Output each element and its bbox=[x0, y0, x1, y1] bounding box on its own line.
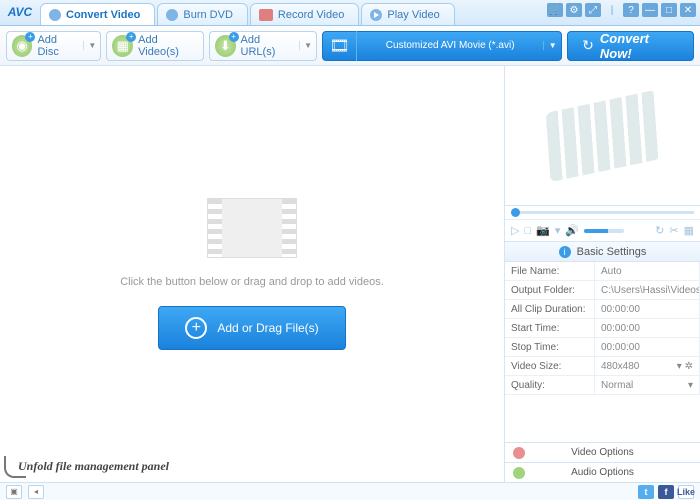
info-icon: i bbox=[559, 246, 571, 258]
label-stop-time: Stop Time: bbox=[505, 338, 595, 357]
chevron-down-icon[interactable]: ▾ bbox=[555, 224, 561, 237]
value-video-size[interactable]: 480x480▾ ✲ bbox=[595, 357, 700, 376]
gear-icon[interactable]: ⚙ bbox=[566, 3, 582, 17]
label-start-time: Start Time: bbox=[505, 319, 595, 338]
header-label: Basic Settings bbox=[577, 246, 647, 258]
label-quality: Quality: bbox=[505, 376, 595, 395]
volume-slider[interactable] bbox=[584, 229, 624, 233]
twitter-icon[interactable]: t bbox=[638, 485, 654, 499]
record-icon bbox=[259, 9, 273, 21]
unfold-panel-label: Unfold file management panel bbox=[18, 459, 169, 474]
value-output-folder[interactable]: C:\Users\Hassi\Videos\... bbox=[595, 281, 700, 300]
chevron-down-icon[interactable]: ▾ bbox=[677, 361, 682, 372]
play-icon[interactable]: ▷ bbox=[511, 224, 519, 237]
clip-placeholder-icon bbox=[545, 89, 660, 181]
window-controls: 🛒 ⚙ ⤢ | ? — □ ✕ bbox=[547, 3, 696, 17]
drop-hint: Click the button below or drag and drop … bbox=[120, 276, 384, 288]
audio-dot-icon bbox=[513, 467, 525, 479]
film-placeholder-icon bbox=[207, 198, 297, 258]
toolbar: ◉Add Disc ▼ ▦Add Video(s) ⬇Add URL(s) ▼ 🎞 … bbox=[0, 26, 700, 66]
cut-icon[interactable]: ✂ bbox=[669, 224, 678, 237]
tab-label: Convert Video bbox=[66, 9, 140, 21]
add-disc-button[interactable]: ◉Add Disc ▼ bbox=[6, 31, 101, 61]
label-video-size: Video Size: bbox=[505, 357, 595, 376]
maximize-button[interactable]: □ bbox=[661, 3, 677, 17]
label-all-clip-duration: All Clip Duration: bbox=[505, 300, 595, 319]
disc-icon bbox=[166, 9, 178, 21]
gear-icon[interactable]: ✲ bbox=[685, 361, 693, 372]
main-area: Click the button below or drag and drop … bbox=[0, 66, 700, 482]
value-stop-time[interactable]: 00:00:00 bbox=[595, 338, 700, 357]
snapshot-icon[interactable]: 📷 bbox=[536, 224, 550, 237]
preview-pane bbox=[505, 66, 700, 206]
value-file-name[interactable]: Auto bbox=[595, 262, 700, 281]
panel-toggle-button[interactable]: ▣ bbox=[6, 485, 22, 499]
value-start-time[interactable]: 00:00:00 bbox=[595, 319, 700, 338]
button-label: Add URL(s) bbox=[241, 34, 295, 58]
chevron-down-icon[interactable]: ▼ bbox=[543, 41, 561, 50]
plus-icon: + bbox=[185, 317, 207, 339]
settings-grid: File Name:Auto Output Folder:C:\Users\Ha… bbox=[505, 262, 700, 395]
add-or-drag-files-button[interactable]: + Add or Drag File(s) bbox=[158, 306, 345, 350]
basic-settings-header: i Basic Settings bbox=[505, 242, 700, 262]
expand-icon[interactable]: ⤢ bbox=[585, 3, 601, 17]
social-buttons: t f Like bbox=[638, 485, 694, 499]
format-label: Customized AVI Movie (*.avi) bbox=[357, 40, 543, 51]
audio-options-row[interactable]: Audio Options bbox=[505, 462, 700, 482]
cart-icon[interactable]: 🛒 bbox=[547, 3, 563, 17]
status-bar: ▣ ◂ t f Like bbox=[0, 482, 700, 500]
chevron-down-icon[interactable]: ▼ bbox=[299, 41, 311, 50]
film-icon: 🎞 bbox=[323, 31, 357, 61]
row-label: Audio Options bbox=[571, 467, 634, 478]
chevron-down-icon[interactable]: ▾ bbox=[688, 380, 693, 391]
tab-label: Burn DVD bbox=[183, 9, 233, 21]
tab-record-video[interactable]: Record Video bbox=[250, 3, 359, 25]
url-add-icon: ⬇ bbox=[215, 35, 236, 57]
drop-zone[interactable]: Click the button below or drag and drop … bbox=[0, 66, 505, 482]
tab-strip: AVC Convert Video Burn DVD Record Video … bbox=[0, 0, 700, 26]
chevron-down-icon[interactable]: ▼ bbox=[83, 41, 95, 50]
stop-icon[interactable]: □ bbox=[524, 225, 531, 237]
play-icon bbox=[370, 9, 382, 21]
tab-convert-video[interactable]: Convert Video bbox=[40, 3, 155, 25]
button-label: Add Disc bbox=[37, 34, 78, 58]
player-controls: ▷ □ 📷 ▾ 🔊 ↻ ✂ ▦ bbox=[505, 220, 700, 242]
rotate-icon[interactable]: ↻ bbox=[655, 224, 664, 237]
video-add-icon: ▦ bbox=[112, 35, 133, 57]
minimize-button[interactable]: — bbox=[642, 3, 658, 17]
row-label: Video Options bbox=[571, 447, 634, 458]
disc-add-icon: ◉ bbox=[12, 35, 32, 57]
app-logo: AVC bbox=[0, 0, 40, 25]
tab-label: Play Video bbox=[387, 9, 439, 21]
side-panel: ▷ □ 📷 ▾ 🔊 ↻ ✂ ▦ i Basic Settings File Nam… bbox=[505, 66, 700, 482]
convert-icon bbox=[49, 9, 61, 21]
label-file-name: File Name: bbox=[505, 262, 595, 281]
video-dot-icon bbox=[513, 447, 525, 459]
tab-play-video[interactable]: Play Video bbox=[361, 3, 454, 25]
crop-icon[interactable]: ▦ bbox=[684, 224, 694, 237]
value-quality[interactable]: Normal▾ bbox=[595, 376, 700, 395]
separator: | bbox=[604, 3, 620, 17]
add-videos-button[interactable]: ▦Add Video(s) bbox=[106, 31, 204, 61]
like-button[interactable]: Like bbox=[678, 485, 694, 499]
label-output-folder: Output Folder: bbox=[505, 281, 595, 300]
close-button[interactable]: ✕ bbox=[680, 3, 696, 17]
help-icon[interactable]: ? bbox=[623, 3, 639, 17]
button-label: Add Video(s) bbox=[138, 34, 198, 58]
value-all-clip-duration: 00:00:00 bbox=[595, 300, 700, 319]
convert-now-button[interactable]: Convert Now! bbox=[567, 31, 694, 61]
add-urls-button[interactable]: ⬇Add URL(s) ▼ bbox=[209, 31, 317, 61]
button-label: Add or Drag File(s) bbox=[217, 321, 318, 335]
facebook-icon[interactable]: f bbox=[658, 485, 674, 499]
collapse-button[interactable]: ◂ bbox=[28, 485, 44, 499]
tab-label: Record Video bbox=[278, 9, 344, 21]
seek-bar[interactable] bbox=[505, 206, 700, 220]
volume-icon[interactable]: 🔊 bbox=[565, 224, 579, 237]
output-format-selector[interactable]: 🎞 Customized AVI Movie (*.avi) ▼ bbox=[322, 31, 562, 61]
button-label: Convert Now! bbox=[600, 31, 679, 61]
video-options-row[interactable]: Video Options bbox=[505, 442, 700, 462]
tab-burn-dvd[interactable]: Burn DVD bbox=[157, 3, 248, 25]
